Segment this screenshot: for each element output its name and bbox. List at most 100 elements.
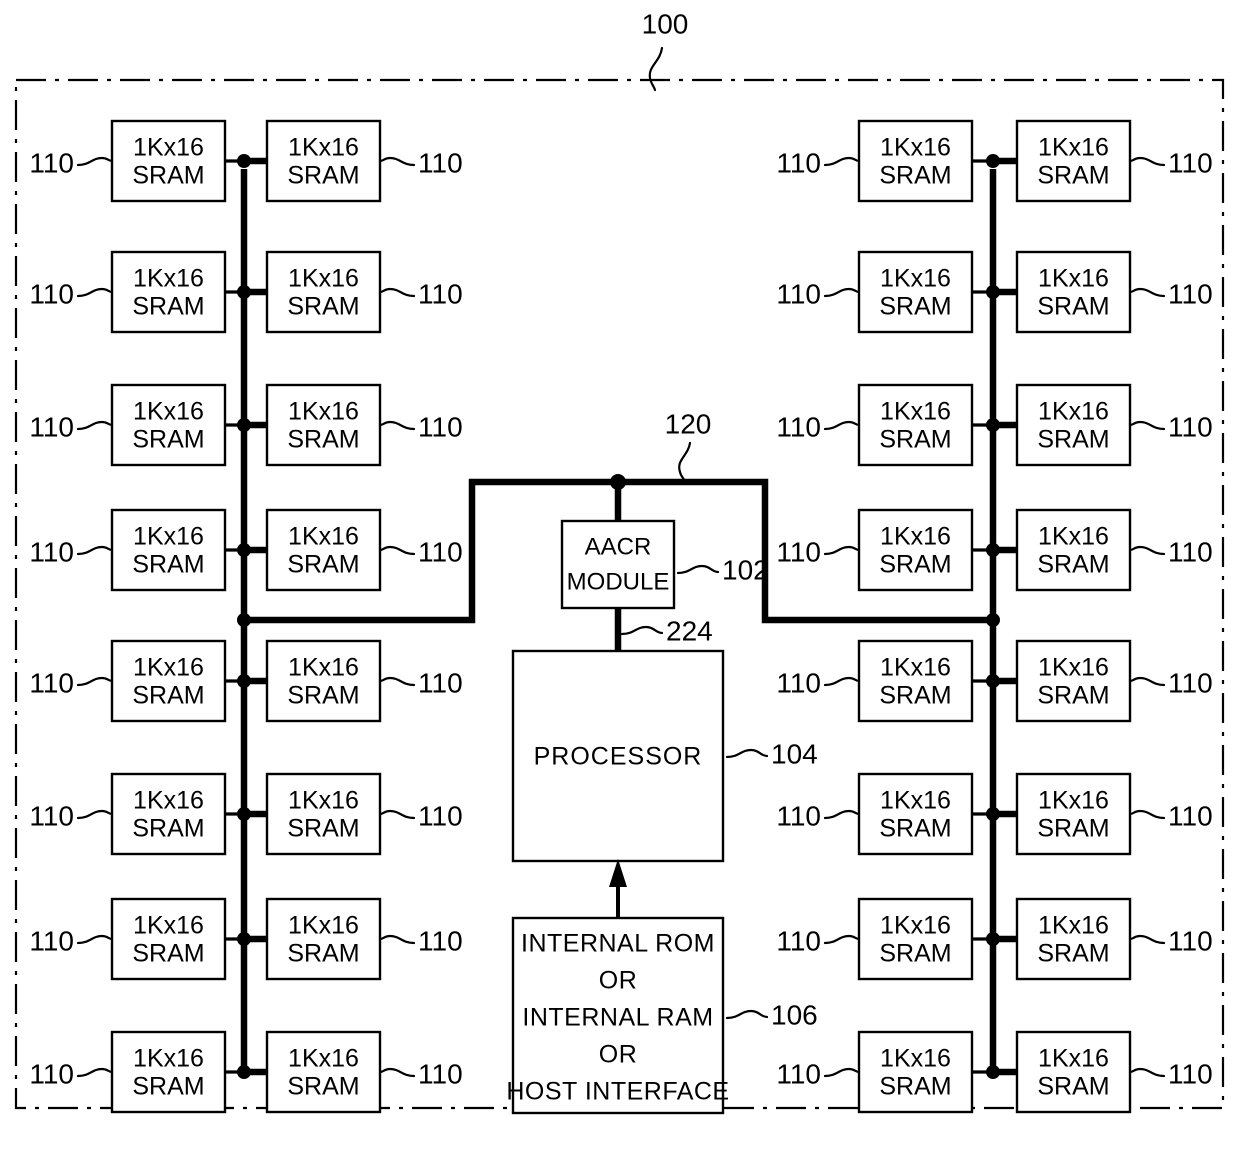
memory-source-line-1: INTERNAL ROM: [521, 930, 715, 958]
sram-block-right-2-capacity: 1Kx16: [880, 265, 951, 293]
sram-right-2-ref-leader: [823, 287, 861, 298]
sram-block-left-2-type: SRAM: [132, 293, 204, 321]
processor-link-ref-number: 224: [666, 615, 713, 646]
sram-left-5b-ref-leader: [378, 676, 416, 687]
sram-block-left-8b-capacity: 1Kx16: [288, 1045, 359, 1073]
sram-right-6-ref-leader: [823, 809, 861, 820]
bus-node-right-2: [986, 285, 1000, 299]
bus-node-left-4: [237, 543, 251, 557]
sram-block-left-6b-capacity: 1Kx16: [288, 787, 359, 815]
aacr-ref-number: 102: [722, 554, 769, 585]
memory-source-ref-number: 106: [771, 999, 818, 1030]
sram-block-left-7b-capacity: 1Kx16: [288, 912, 359, 940]
sram-block-right-5-capacity: 1Kx16: [880, 654, 951, 682]
bus-node-left-7: [237, 932, 251, 946]
sram-right-3b-ref-leader: [1128, 420, 1166, 431]
sram-right-2b-ref-leader: [1128, 287, 1166, 298]
sram-right-5-ref-leader: [823, 676, 861, 687]
aacr-module-label-line2: MODULE: [567, 568, 670, 595]
sram-left-1-ref: 110: [29, 147, 74, 178]
sram-block-left-4-capacity: 1Kx16: [133, 523, 204, 551]
sram-right-1-ref: 110: [776, 147, 821, 178]
sram-left-1b-ref: 110: [418, 147, 463, 178]
sram-left-6b-ref-leader: [378, 809, 416, 820]
sram-block-left-7b-type: SRAM: [287, 940, 359, 968]
sram-right-7b-ref-leader: [1128, 934, 1166, 945]
sram-block-right-1b-capacity: 1Kx16: [1038, 134, 1109, 162]
sram-block-right-4-type: SRAM: [879, 551, 951, 579]
sram-block-right-3-type: SRAM: [879, 426, 951, 454]
sram-block-left-5-capacity: 1Kx16: [133, 654, 204, 682]
sram-block-right-8b-capacity: 1Kx16: [1038, 1045, 1109, 1073]
sram-left-2-ref: 110: [29, 278, 74, 309]
bus-node-right-4: [986, 543, 1000, 557]
sram-left-1-ref-leader: [76, 156, 114, 167]
sram-right-4-ref-leader: [823, 545, 861, 556]
sram-right-8b-ref-leader: [1128, 1067, 1166, 1078]
sram-right-5-ref: 110: [776, 667, 821, 698]
sram-block-right-8-type: SRAM: [879, 1073, 951, 1101]
processor-ref-leader: [725, 748, 769, 759]
sram-block-right-7-capacity: 1Kx16: [880, 912, 951, 940]
sram-block-right-7-type: SRAM: [879, 940, 951, 968]
sram-right-5b-ref: 110: [1168, 667, 1213, 698]
memory-source-line-5: HOST INTERFACE: [506, 1078, 729, 1106]
sram-left-6-ref: 110: [29, 800, 74, 831]
sram-left-7b-ref-leader: [378, 934, 416, 945]
sram-right-4b-ref-leader: [1128, 545, 1166, 556]
sram-block-left-2b-capacity: 1Kx16: [288, 265, 359, 293]
sram-left-4-ref-leader: [76, 545, 114, 556]
bus-node-left-2: [237, 285, 251, 299]
bus-node-right-tap: [986, 613, 1000, 627]
sram-right-8b-ref: 110: [1168, 1058, 1213, 1089]
sram-block-right-5-type: SRAM: [879, 682, 951, 710]
sram-right-1b-ref-leader: [1128, 156, 1166, 167]
sram-block-right-8-capacity: 1Kx16: [880, 1045, 951, 1073]
sram-block-right-5b-type: SRAM: [1037, 682, 1109, 710]
sram-left-1b-ref-leader: [378, 156, 416, 167]
processor-ref-number: 104: [771, 738, 818, 769]
sram-right-6b-ref: 110: [1168, 800, 1213, 831]
sram-block-right-1-capacity: 1Kx16: [880, 134, 951, 162]
sram-block-right-6b-type: SRAM: [1037, 815, 1109, 843]
bus-node-right-5: [986, 674, 1000, 688]
bus-node-right-6: [986, 807, 1000, 821]
sram-right-2b-ref: 110: [1168, 278, 1213, 309]
bus-node-left-tap: [237, 613, 251, 627]
bus-ref-leader: [678, 441, 692, 484]
sram-block-left-5-type: SRAM: [132, 682, 204, 710]
bus-node-right-7: [986, 932, 1000, 946]
processor-label: PROCESSOR: [534, 743, 703, 771]
sram-left-3b-ref-leader: [378, 420, 416, 431]
sram-block-left-3-capacity: 1Kx16: [133, 398, 204, 426]
sram-right-4-ref: 110: [776, 536, 821, 567]
sram-left-7-ref: 110: [29, 925, 74, 956]
sram-left-3-ref-leader: [76, 420, 114, 431]
sram-block-right-5b-capacity: 1Kx16: [1038, 654, 1109, 682]
sram-right-3-ref: 110: [776, 411, 821, 442]
memory-source-line-3: INTERNAL RAM: [522, 1004, 713, 1032]
sram-block-left-8b-type: SRAM: [287, 1073, 359, 1101]
sram-block-right-6b-capacity: 1Kx16: [1038, 787, 1109, 815]
sram-left-6b-ref: 110: [418, 800, 463, 831]
patent-figure-root: 100 1Kx16 SRAM 1Kx16 SRAM 110 110 1Kx16 …: [0, 0, 1240, 1173]
sram-right-6-ref: 110: [776, 800, 821, 831]
sram-left-4-ref: 110: [29, 536, 74, 567]
sram-left-8b-ref-leader: [378, 1067, 416, 1078]
sram-block-left-6b-type: SRAM: [287, 815, 359, 843]
sram-block-right-3-capacity: 1Kx16: [880, 398, 951, 426]
sram-left-5-ref: 110: [29, 667, 74, 698]
aacr-ref-leader: [676, 564, 720, 575]
sram-block-left-3-type: SRAM: [132, 426, 204, 454]
sram-left-7-ref-leader: [76, 934, 114, 945]
sram-block-right-1b-type: SRAM: [1037, 162, 1109, 190]
sram-right-7-ref: 110: [776, 925, 821, 956]
sram-block-left-2b-type: SRAM: [287, 293, 359, 321]
sram-left-2-ref-leader: [76, 287, 114, 298]
sram-block-left-4b-capacity: 1Kx16: [288, 523, 359, 551]
sram-block-left-8-type: SRAM: [132, 1073, 204, 1101]
sram-block-right-4b-type: SRAM: [1037, 551, 1109, 579]
bus-node-right-3: [986, 418, 1000, 432]
sram-block-right-3b-capacity: 1Kx16: [1038, 398, 1109, 426]
sram-block-left-1b-capacity: 1Kx16: [288, 134, 359, 162]
